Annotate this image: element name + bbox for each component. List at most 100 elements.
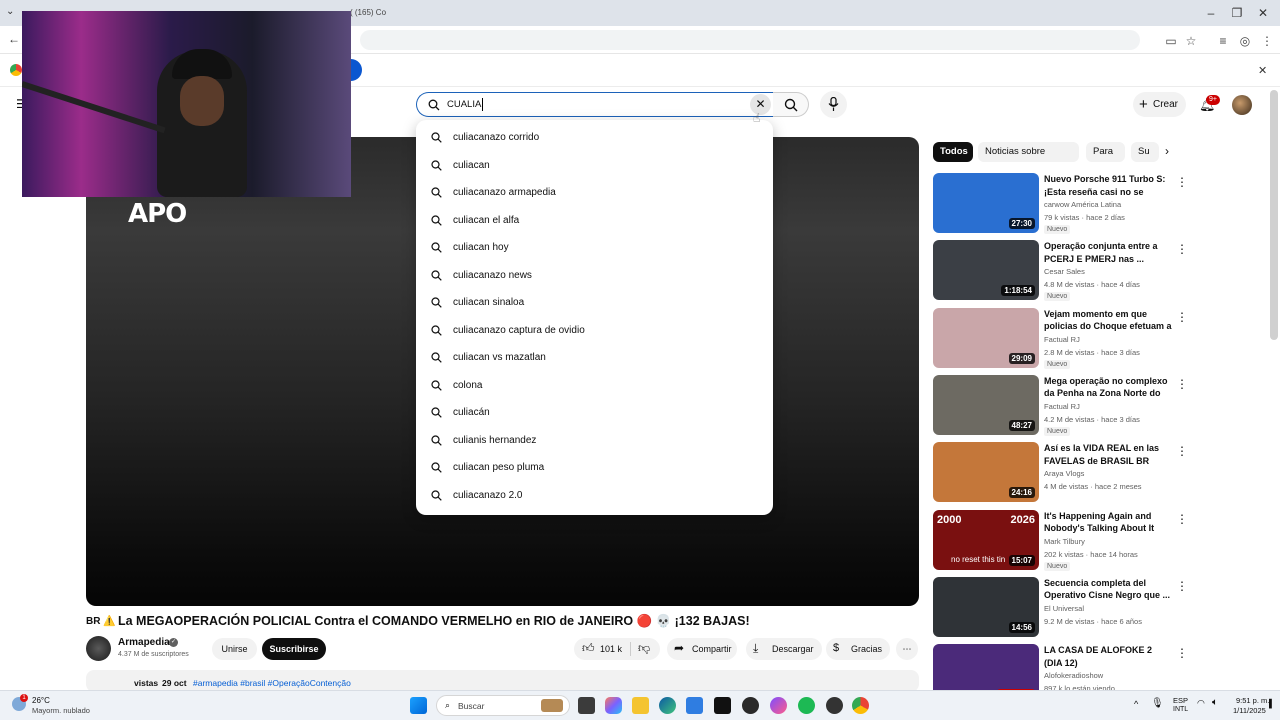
address-bar[interactable] xyxy=(360,30,1140,50)
video-title[interactable]: Secuencia completa del Operativo Cisne N… xyxy=(1044,577,1172,602)
profile-icon[interactable]: ◎ xyxy=(1237,33,1253,49)
search-suggestion-item[interactable]: culiacan vs mazatlan xyxy=(416,344,773,371)
spotify-icon[interactable] xyxy=(798,697,815,714)
search-input[interactable]: CUALIA ✕ xyxy=(416,92,773,117)
more-vert-icon[interactable]: ⋮ xyxy=(1176,512,1188,526)
thanks-button[interactable]: $ Gracias xyxy=(826,638,890,660)
tab-list-chevron-icon[interactable]: ⌄ xyxy=(6,6,14,17)
chip-1[interactable]: Noticias sobre política xyxy=(978,142,1079,162)
recommendation-item[interactable]: 24:16 Así es la VIDA REAL en las FAVELAS … xyxy=(933,442,1193,504)
bookmark-star-icon[interactable]: ☆ xyxy=(1183,33,1199,49)
channel-name[interactable]: Factual RJ xyxy=(1044,402,1080,411)
recommendation-item[interactable]: 14:56 Secuencia completa del Operativo Ci… xyxy=(933,576,1193,639)
more-vert-icon[interactable]: ⋮ xyxy=(1176,175,1188,189)
hashtags[interactable]: #armapedia #brasil #OperaçãoContenção xyxy=(193,678,351,688)
volume-icon[interactable]: 🔈︎ xyxy=(1212,697,1218,708)
video-title[interactable]: Mega operação no complexo da Penha na Zo… xyxy=(1044,375,1172,400)
search-suggestion-item[interactable]: culiacan xyxy=(416,152,773,179)
more-actions-button[interactable]: ⋯ xyxy=(896,638,918,660)
like-button[interactable]: 👍︎ 101 k xyxy=(580,638,628,660)
video-thumbnail[interactable]: 2000 2026 no reset this tin 15:07 xyxy=(933,509,1039,570)
wifi-icon[interactable]: ◠ xyxy=(1197,698,1205,709)
messenger-icon[interactable] xyxy=(770,697,787,714)
description-box[interactable]: vistas 29 oct #armapedia #brasil #Operaç… xyxy=(86,670,919,692)
dislike-button[interactable]: 👎︎ xyxy=(634,638,658,660)
video-title[interactable]: Vejam momento em que policias do Choque … xyxy=(1044,308,1172,333)
search-suggestion-item[interactable]: culiacanazo news xyxy=(416,262,773,289)
video-thumbnail[interactable]: 48:27 xyxy=(933,374,1039,435)
chips-next-icon[interactable]: › xyxy=(1165,144,1169,158)
search-suggestion-item[interactable]: culiacan peso pluma xyxy=(416,454,773,481)
back-icon[interactable]: ← xyxy=(8,32,20,46)
minimize-icon[interactable]: – xyxy=(1203,5,1219,21)
video-title[interactable]: Nuevo Porsche 911 Turbo S: ¡Esta reseña … xyxy=(1044,173,1172,198)
browser-menu-icon[interactable]: ⋮ xyxy=(1259,33,1275,49)
notification-center-icon[interactable]: ▌ xyxy=(1269,699,1275,708)
video-thumbnail[interactable]: 14:56 xyxy=(933,576,1039,637)
store-icon[interactable] xyxy=(686,697,703,714)
more-vert-icon[interactable]: ⋮ xyxy=(1176,646,1188,660)
search-suggestion-item[interactable]: culiacanazo armapedia xyxy=(416,179,773,206)
channel-name[interactable]: El Universal xyxy=(1044,604,1084,613)
video-title[interactable]: LA CASA DE ALOFOKE 2 (DIA 12) xyxy=(1044,644,1172,669)
file-explorer-icon[interactable] xyxy=(632,697,649,714)
channel-name[interactable]: Armapedia xyxy=(118,637,170,648)
extensions-icon[interactable]: ≡ xyxy=(1215,33,1231,49)
create-button[interactable]: + Crear xyxy=(1133,92,1186,117)
recommendation-item[interactable]: 1:18:54 Operação conjunta entre a PCERJ E… xyxy=(933,240,1193,302)
search-suggestion-item[interactable]: culiacanazo captura de ovidio xyxy=(416,317,773,344)
chip-0[interactable]: Todos xyxy=(933,142,973,162)
obs-icon[interactable] xyxy=(742,697,759,714)
chrome-taskbar-icon[interactable] xyxy=(852,697,869,714)
recommendation-item[interactable]: 48:27 Mega operação no complexo da Penha … xyxy=(933,374,1193,437)
task-view-icon[interactable] xyxy=(578,697,595,714)
video-thumbnail[interactable]: 27:30 xyxy=(933,173,1039,233)
chip-2[interactable]: Para ti xyxy=(1086,142,1125,162)
channel-name[interactable]: Cesar Sales xyxy=(1044,267,1085,276)
channel-avatar[interactable] xyxy=(86,636,111,661)
maximize-icon[interactable]: ❐ xyxy=(1229,5,1245,21)
tab-fragment-1[interactable]: ( (165) Co xyxy=(350,8,386,17)
share-button[interactable]: ➦ Compartir xyxy=(667,638,737,660)
clock-time[interactable]: 9:51 p. m. xyxy=(1236,696,1269,705)
more-vert-icon[interactable]: ⋮ xyxy=(1176,310,1188,324)
video-title[interactable]: Operação conjunta entre a PCERJ E PMERJ … xyxy=(1044,240,1172,265)
install-icon[interactable]: ▭ xyxy=(1163,33,1179,49)
join-button[interactable]: Unirse xyxy=(212,638,257,660)
video-title[interactable]: Así es la VIDA REAL en las FAVELAS de BR… xyxy=(1044,442,1172,467)
search-suggestion-item[interactable]: culiacan hoy xyxy=(416,234,773,261)
app-icon-red[interactable] xyxy=(826,697,843,714)
subscribe-button[interactable]: Suscribirse xyxy=(262,638,326,660)
video-thumbnail[interactable]: 1:18:54 xyxy=(933,240,1039,301)
copilot-icon[interactable] xyxy=(605,697,622,714)
avatar[interactable] xyxy=(1232,95,1252,115)
search-suggestion-item[interactable]: culiacan sinaloa xyxy=(416,289,773,316)
search-suggestion-item[interactable]: culiacan el alfa xyxy=(416,207,773,234)
recommendation-item[interactable]: 27:30 Nuevo Porsche 911 Turbo S: ¡Esta re… xyxy=(933,173,1193,235)
more-vert-icon[interactable]: ⋮ xyxy=(1176,579,1188,593)
recommendation-item[interactable]: 29:09 Vejam momento em que policias do Ch… xyxy=(933,307,1193,370)
search-query-text[interactable]: CUALIA xyxy=(447,99,481,110)
search-suggestion-item[interactable]: culianis hernandez xyxy=(416,427,773,454)
search-suggestion-item[interactable]: culiacanazo corrido xyxy=(416,124,773,151)
chip-3[interactable]: Su xyxy=(1131,142,1159,162)
channel-name[interactable]: carwow América Latina xyxy=(1044,200,1121,209)
taskbar-search-box[interactable]: ⌕ Buscar xyxy=(436,695,570,716)
search-suggestion-item[interactable]: colona xyxy=(416,372,773,399)
video-thumbnail[interactable]: 29:09 xyxy=(933,307,1039,368)
channel-name[interactable]: Araya Vlogs xyxy=(1044,469,1084,478)
infobar-close-icon[interactable]: ✕ xyxy=(1258,64,1267,77)
channel-name[interactable]: Mark Tilbury xyxy=(1044,537,1085,546)
search-button[interactable] xyxy=(773,92,809,117)
channel-name[interactable]: Factual RJ xyxy=(1044,335,1080,344)
more-vert-icon[interactable]: ⋮ xyxy=(1176,377,1188,391)
tray-chevron-icon[interactable]: ^ xyxy=(1134,699,1138,709)
language-indicator[interactable]: ESP xyxy=(1173,696,1188,705)
more-vert-icon[interactable]: ⋮ xyxy=(1176,444,1188,458)
capcut-icon[interactable] xyxy=(714,697,731,714)
edge-icon[interactable] xyxy=(659,697,676,714)
video-thumbnail[interactable]: 24:16 xyxy=(933,442,1039,503)
channel-name[interactable]: Alofokeradioshow xyxy=(1044,671,1103,680)
video-title[interactable]: It's Happening Again and Nobody's Talkin… xyxy=(1044,510,1172,535)
close-window-icon[interactable]: ✕ xyxy=(1255,5,1271,21)
